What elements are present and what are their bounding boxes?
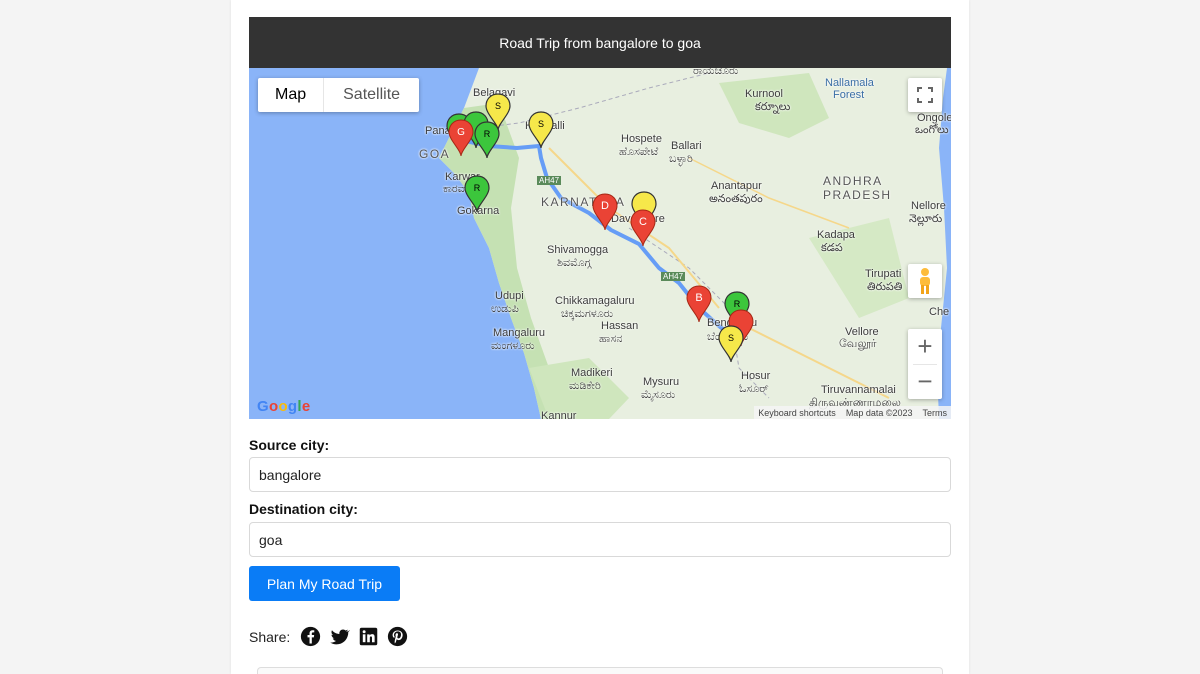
marker-label: D [601, 200, 609, 212]
zoom-in-button[interactable]: + [908, 329, 942, 364]
pinterest-icon[interactable] [387, 626, 408, 647]
destination-city-label: Destination city: [249, 501, 358, 517]
pegman-icon [920, 268, 930, 294]
marker-label: B [695, 292, 702, 304]
marker-yellow-hubballi[interactable]: S [528, 111, 554, 149]
map-data-text: Map data ©2023 [845, 407, 913, 418]
marker-green-route-b[interactable]: R [474, 121, 500, 159]
google-logo: Google [257, 398, 311, 415]
map-type-map-button[interactable]: Map [258, 78, 324, 112]
share-bar: Share: [249, 626, 408, 647]
fullscreen-button[interactable] [908, 78, 942, 112]
marker-red-c[interactable]: C [630, 209, 656, 247]
marker-label: S [728, 333, 734, 343]
results-panel [257, 667, 943, 674]
twitter-icon[interactable] [329, 626, 351, 647]
street-view-button[interactable] [908, 264, 942, 298]
marker-yellow-bengaluru[interactable]: S [718, 325, 744, 363]
marker-label: R [474, 183, 481, 193]
marker-label: R [484, 129, 491, 139]
keyboard-shortcuts-link[interactable]: Keyboard shortcuts [758, 408, 836, 418]
zoom-control: + − [908, 329, 942, 399]
destination-city-input[interactable] [249, 522, 951, 557]
marker-red-goa[interactable]: G [448, 119, 474, 157]
map-attribution: Keyboard shortcuts Map data ©2023 Terms [754, 406, 951, 419]
marker-label: G [457, 127, 465, 138]
marker-red-b[interactable]: B [686, 285, 712, 323]
marker-label: C [639, 216, 647, 228]
marker-label: R [734, 299, 741, 309]
source-city-label: Source city: [249, 437, 330, 453]
marker-red-d[interactable]: D [592, 193, 618, 231]
zoom-out-button[interactable]: − [908, 364, 942, 399]
source-city-input[interactable] [249, 457, 951, 492]
map-type-control: Map Satellite [258, 78, 420, 112]
fullscreen-icon [917, 87, 933, 103]
map-view[interactable]: GOA Panaji Belagavi Hubballi Hospete ಹೊಸ… [249, 68, 951, 419]
marker-label: S [538, 119, 544, 129]
marker-layer: S S R G R D C B R S [446, 93, 754, 363]
page-title: Road Trip from bangalore to goa [249, 17, 951, 68]
map-type-satellite-button[interactable]: Satellite [323, 78, 420, 112]
plan-road-trip-button[interactable]: Plan My Road Trip [249, 566, 400, 601]
facebook-icon[interactable] [300, 626, 321, 647]
share-icons [300, 626, 408, 647]
share-label: Share: [249, 628, 291, 645]
marker-label: S [495, 101, 501, 111]
marker-green-gokarna[interactable]: R [464, 175, 490, 213]
terms-link[interactable]: Terms [923, 408, 948, 418]
linkedin-icon[interactable] [358, 626, 379, 647]
